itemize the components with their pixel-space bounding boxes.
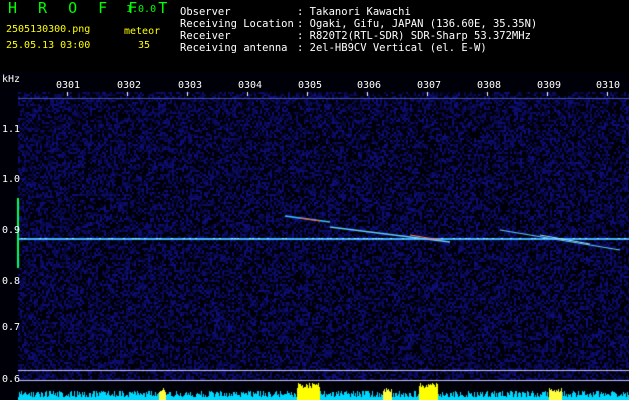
x-tick-0310: 0310 [596,80,621,91]
spectrogram [0,72,629,400]
x-tick-0301: 0301 [56,80,81,91]
x-tick-0305: 0305 [298,80,323,91]
x-tick-0306: 0306 [357,80,382,91]
y-tick-1-1: 1.1 [2,124,21,135]
app-version: 1.0.0 [126,4,157,15]
y-tick-1-0: 1.0 [2,174,21,185]
meteor-label: meteor [124,26,161,37]
meteor-count: 35 [138,40,151,51]
x-tick-0304: 0304 [238,80,263,91]
location-label: Receiving Location [180,18,294,30]
location-value: : Ogaki, Gifu, JAPAN (136.60E, 35.35N) [297,18,538,30]
x-tick-0302: 0302 [117,80,142,91]
observer-value: : Takanori Kawachi [297,6,411,18]
y-tick-0-6: 0.6 [2,374,21,385]
observer-label: Observer [180,6,231,18]
y-tick-0-8: 0.8 [2,276,21,287]
receiver-label: Receiver [180,30,231,42]
x-tick-0307: 0307 [417,80,442,91]
date-time: 25.05.13 03:00 [6,40,91,51]
header-panel: H R O F F T 1.0.0 2505130300.png 25.05.1… [0,0,629,72]
receiver-value: : R820T2(RTL-SDR) SDR-Sharp 53.372MHz [297,30,531,42]
antenna-value: : 2el-HB9CV Vertical (el. E-W) [297,42,487,54]
x-tick-0308: 0308 [477,80,502,91]
y-tick-0-9: 0.9 [2,225,21,236]
y-unit-label: kHz [2,74,21,85]
x-tick-0303: 0303 [178,80,203,91]
file-name: 2505130300.png [6,24,91,35]
x-tick-0309: 0309 [537,80,562,91]
antenna-label: Receiving antenna [180,42,288,54]
y-tick-0-7: 0.7 [2,322,21,333]
